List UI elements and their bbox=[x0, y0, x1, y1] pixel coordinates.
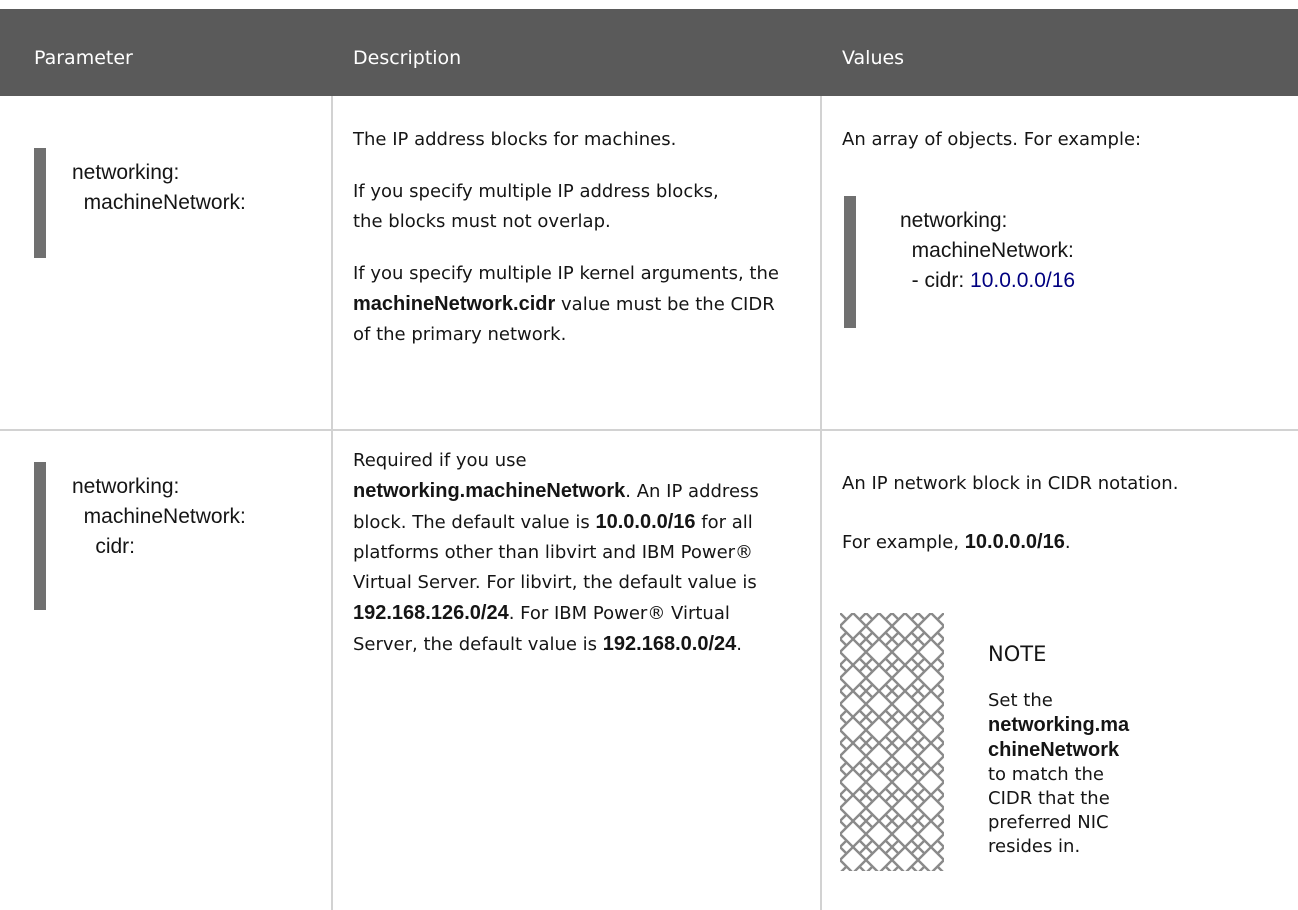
code-block-bar bbox=[34, 148, 46, 258]
values-text: An array of objects. For example: bbox=[842, 129, 1142, 150]
row-divider bbox=[0, 429, 1298, 431]
description-cell: Required if you use networking.machineNet… bbox=[353, 446, 803, 682]
header-values: Values bbox=[842, 47, 905, 69]
description-text: Required if you use networking.machineNet… bbox=[353, 446, 793, 660]
param-code: networking: machineNetwork: bbox=[72, 161, 246, 214]
note-bold: networking.machineNetwork bbox=[988, 714, 1130, 761]
description-text: The IP address blocks for machines. bbox=[353, 129, 677, 150]
note-title: NOTE bbox=[988, 642, 1047, 666]
description-bold: 10.0.0.0/16 bbox=[595, 511, 696, 533]
example-prefix: For example, bbox=[842, 532, 965, 553]
code-line: machineNetwork: bbox=[900, 239, 1074, 262]
example-suffix: . bbox=[1064, 532, 1071, 553]
note-text: Set the bbox=[988, 690, 1053, 711]
example-bold: 10.0.0.0/16 bbox=[964, 531, 1065, 553]
description-text: . bbox=[736, 634, 742, 655]
description-cell: The IP address blocks for machines. If y… bbox=[353, 125, 793, 372]
description-bold: 192.168.0.0/24 bbox=[602, 633, 737, 655]
note-pattern-icon bbox=[840, 613, 944, 871]
values-text: An IP network block in CIDR notation. bbox=[842, 473, 1179, 494]
code-block-bar bbox=[34, 462, 46, 610]
description-bold: 192.168.126.0/24 bbox=[353, 602, 509, 624]
description-text: If you specify multiple IP kernel argume… bbox=[353, 259, 783, 350]
header-parameter: Parameter bbox=[34, 47, 133, 69]
header-description: Description bbox=[353, 47, 462, 69]
param-code-block: networking: machineNetwork: cidr: bbox=[34, 462, 246, 610]
note-text: to match the CIDR that the preferred NIC… bbox=[988, 764, 1110, 857]
param-code-block: networking: machineNetwork: bbox=[34, 148, 246, 258]
example-code-block: networking: machineNetwork: - cidr: 10.0… bbox=[844, 196, 1075, 328]
code-line: networking: bbox=[900, 209, 1008, 232]
code-block-bar bbox=[844, 196, 856, 328]
param-code: networking: machineNetwork: cidr: bbox=[72, 475, 246, 558]
example-text: For example, 10.0.0.0/16. bbox=[842, 527, 1071, 558]
description-bold: networking.machineNetwork bbox=[353, 480, 626, 502]
code-number: 10.0.0.0/16 bbox=[970, 269, 1076, 292]
code-text: - cidr: bbox=[900, 269, 971, 292]
description-text: If you specify multiple IP address block… bbox=[353, 181, 719, 232]
code-line: - cidr: 10.0.0.0/16 bbox=[900, 266, 1075, 296]
description-text: Required if you use bbox=[353, 450, 527, 471]
note-body: Set the networking.machineNetwork to matc… bbox=[988, 689, 1138, 859]
column-divider bbox=[331, 96, 333, 910]
table-header: Parameter Description Values bbox=[0, 9, 1298, 96]
column-divider bbox=[820, 96, 822, 910]
description-text: If you specify multiple IP kernel argume… bbox=[353, 263, 779, 284]
description-bold: machineNetwork.cidr bbox=[353, 293, 556, 315]
